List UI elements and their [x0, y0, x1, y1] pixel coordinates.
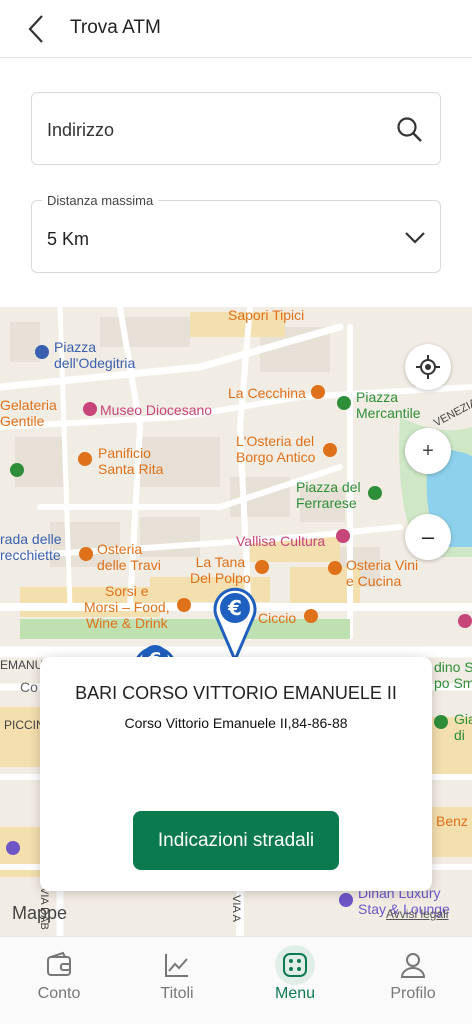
- map-attribution: Mappe: [12, 903, 68, 923]
- tab-profilo[interactable]: Profilo: [354, 937, 472, 1025]
- legal-link[interactable]: Avvisi legali: [386, 907, 448, 921]
- map-label: Gelateria Gentile: [0, 397, 57, 429]
- plus-icon: +: [422, 439, 434, 462]
- map-label: Co: [20, 679, 38, 695]
- tab-label: Profilo: [390, 985, 436, 1002]
- address-search-field[interactable]: Indirizzo: [31, 92, 441, 165]
- atm-pin-selected[interactable]: €: [211, 584, 259, 662]
- map-label: Benz: [436, 813, 468, 829]
- chart-icon: [165, 954, 188, 977]
- map-label: L'Osteria del Borgo Antico: [236, 433, 316, 465]
- atm-info-card: BARI CORSO VITTORIO EMANUELE II Corso Vi…: [40, 657, 432, 891]
- zoom-in-button[interactable]: +: [405, 428, 451, 474]
- map-label: La Cecchina: [228, 385, 306, 401]
- map-label: La Tana Del Polpo: [190, 554, 251, 586]
- distance-label: Distanza massima: [42, 193, 159, 208]
- distance-select[interactable]: Distanza massima 5 Km: [31, 193, 441, 273]
- map-label: Ciccio: [258, 610, 297, 626]
- locate-icon: [416, 355, 440, 379]
- tab-label: Conto: [37, 985, 81, 1002]
- svg-text:€: €: [227, 596, 242, 620]
- map-label: Piazza del Ferrarese: [296, 479, 361, 511]
- map-label: Panificio Santa Rita: [98, 445, 164, 477]
- header-bar: Trova ATM: [0, 0, 472, 58]
- tab-conto[interactable]: Conto: [0, 937, 118, 1025]
- locate-button[interactable]: [405, 344, 451, 390]
- map-label: Osteria Vini e Cucina: [346, 557, 419, 589]
- zoom-out-button[interactable]: –: [405, 514, 451, 560]
- map-label: rada delle recchiette: [0, 531, 62, 563]
- map-label: Vallisa Cultura: [236, 533, 326, 549]
- map-label: Sorsi e Morsi – Food, Wine & Drink: [84, 583, 170, 631]
- menu-grid-icon: [283, 953, 307, 977]
- map-label: EMANU: [0, 658, 44, 672]
- atm-address: Corso Vittorio Emanuele II,84-86-88: [124, 715, 348, 731]
- map-label: dino S po Sm: [434, 659, 472, 691]
- map-label: VIA A: [230, 895, 242, 922]
- bottom-tab-bar: Conto Titoli Menu Profilo: [0, 936, 472, 1024]
- wallet-icon: [47, 951, 71, 976]
- map-label: Sapori Tipici: [228, 307, 305, 323]
- tab-label: Menu: [274, 985, 316, 1002]
- directions-button[interactable]: Indicazioni stradali: [133, 811, 339, 870]
- tab-titoli[interactable]: Titoli: [118, 937, 236, 1025]
- map-label: Gia di: [454, 711, 472, 743]
- map-label: Piazza dell'Odegitria: [54, 339, 136, 371]
- tab-menu[interactable]: Menu: [236, 937, 354, 1025]
- map-label: Piazza Mercantile: [356, 389, 421, 421]
- map-label: Osteria delle Travi: [97, 541, 161, 573]
- tab-label: Titoli: [160, 985, 194, 1002]
- map-label: PICCIN: [4, 718, 45, 732]
- atm-name: BARI CORSO VITTORIO EMANUELE II: [75, 683, 397, 703]
- distance-value: 5 Km: [47, 229, 90, 249]
- back-icon[interactable]: [22, 12, 52, 46]
- chevron-down-icon[interactable]: [404, 227, 426, 249]
- page-title: Trova ATM: [70, 17, 161, 38]
- person-icon: [400, 953, 426, 978]
- minus-icon: –: [421, 524, 435, 549]
- map-label: Museo Diocesano: [100, 402, 213, 418]
- search-icon[interactable]: [396, 116, 424, 144]
- address-placeholder: Indirizzo: [47, 120, 115, 140]
